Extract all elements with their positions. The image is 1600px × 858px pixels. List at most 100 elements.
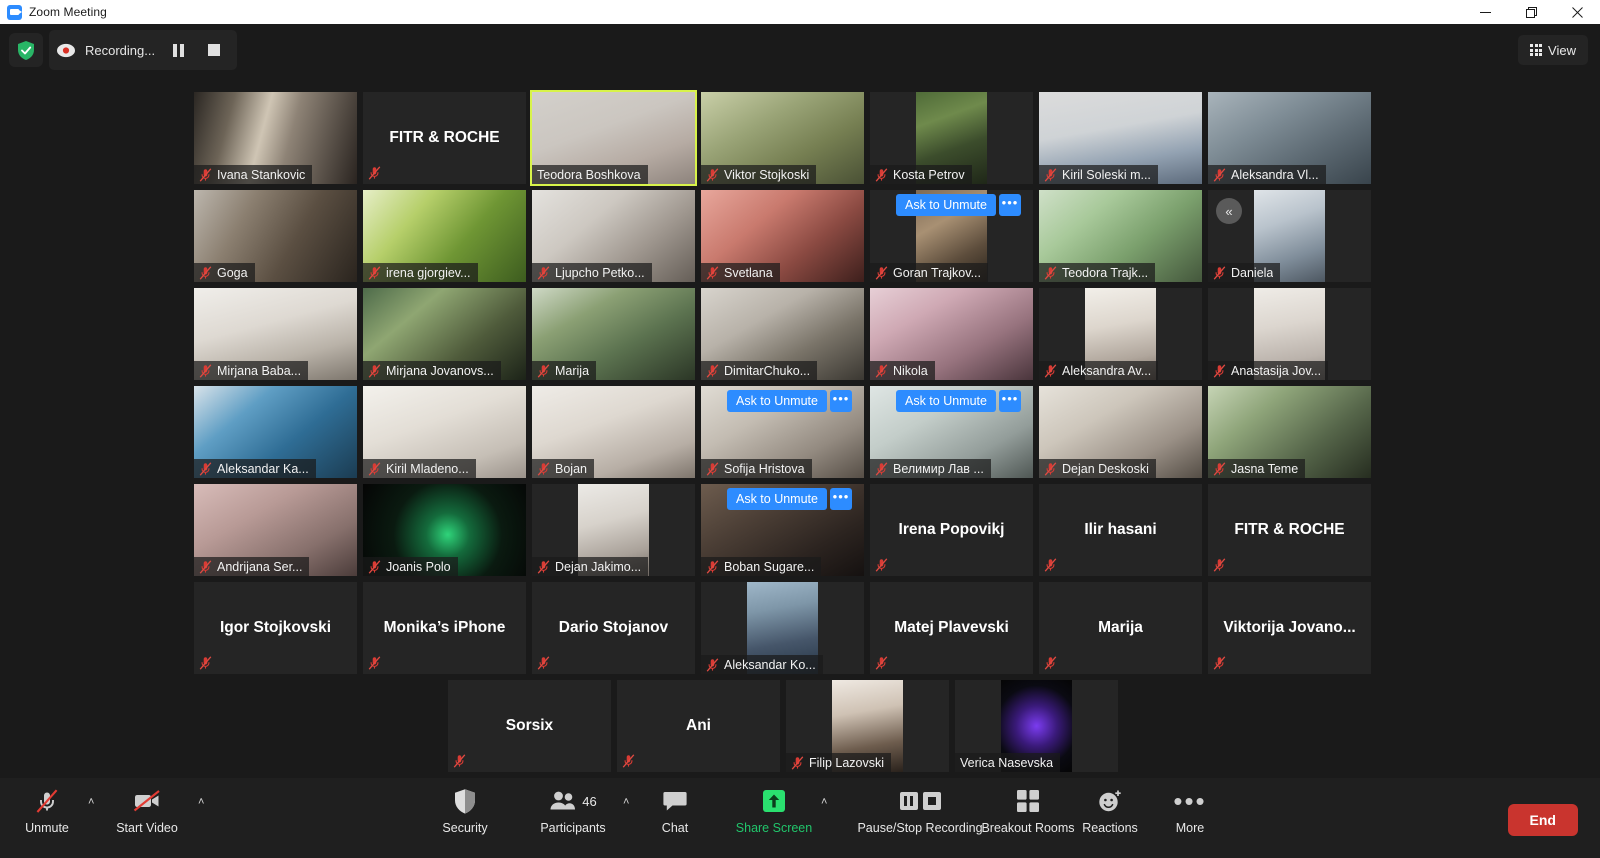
participant-tile[interactable]: Ljupcho Petko... — [532, 190, 695, 282]
participant-tile[interactable]: DimitarChuko... — [701, 288, 864, 380]
participant-name: Filip Lazovski — [809, 755, 885, 770]
toolbar-button-security[interactable]: Security — [430, 786, 500, 835]
participant-tile[interactable]: Viktorija Jovano... — [1208, 582, 1371, 674]
toolbar-button-breakout[interactable]: Breakout Rooms — [978, 786, 1078, 835]
toolbar-button-chat[interactable]: Chat — [645, 786, 705, 835]
view-button[interactable]: View — [1518, 35, 1588, 65]
participant-tile[interactable]: Dejan Deskoski — [1039, 386, 1202, 478]
collapse-panel-button[interactable]: « — [1216, 198, 1242, 224]
participant-tile[interactable]: Aleksandra Av... — [1039, 288, 1202, 380]
participant-tile[interactable]: Ask to Unmute ••• Boban Sugare... — [701, 484, 864, 576]
close-icon[interactable] — [1554, 0, 1600, 24]
ask-to-unmute-button[interactable]: Ask to Unmute — [896, 390, 996, 412]
ask-to-unmute-group[interactable]: Ask to Unmute ••• — [727, 488, 852, 510]
participant-tile[interactable]: Goga — [194, 190, 357, 282]
participant-tile[interactable]: Ask to Unmute ••• Sofija Hristova — [701, 386, 864, 478]
participant-tile[interactable]: FITR & ROCHE — [363, 92, 526, 184]
stop-recording-button[interactable] — [201, 37, 227, 63]
top-strip: Recording... View — [0, 24, 1600, 78]
participant-tile[interactable]: Ask to Unmute ••• Goran Trajkov... — [870, 190, 1033, 282]
participant-tile[interactable]: Ani — [617, 680, 780, 772]
participant-name: Велимир Лав ... — [893, 461, 984, 476]
participant-tile[interactable]: Aleksandar Ko... — [701, 582, 864, 674]
participant-tile[interactable]: Dario Stojanov — [532, 582, 695, 674]
ask-to-unmute-button[interactable]: Ask to Unmute — [727, 390, 827, 412]
participant-tile[interactable]: Ask to Unmute ••• Велимир Лав ... — [870, 386, 1033, 478]
participant-tile[interactable]: Filip Lazovski — [786, 680, 949, 772]
participant-tile[interactable]: Nikola — [870, 288, 1033, 380]
participant-tile[interactable]: Svetlana — [701, 190, 864, 282]
participant-tile[interactable]: Monika’s iPhone — [363, 582, 526, 674]
mic-muted-icon — [199, 559, 212, 574]
end-meeting-button[interactable]: End — [1507, 804, 1578, 836]
toolbar-button-share[interactable]: Share Screen — [735, 786, 813, 835]
participant-tile[interactable]: Anastasija Jov... — [1208, 288, 1371, 380]
toolbar-button-participants[interactable]: 46 Participants — [537, 786, 609, 835]
participant-more-button[interactable]: ••• — [998, 194, 1021, 216]
participant-tile[interactable]: Joanis Polo — [363, 484, 526, 576]
minimize-icon[interactable] — [1462, 0, 1508, 24]
participant-name: Kiril Mladeno... — [386, 461, 469, 476]
toolbar-button-more[interactable]: ••• More — [1155, 786, 1225, 835]
ask-to-unmute-button[interactable]: Ask to Unmute — [896, 194, 996, 216]
participant-more-button[interactable]: ••• — [998, 390, 1021, 412]
participant-tile[interactable]: Dejan Jakimo... — [532, 484, 695, 576]
toolbar-label-share: Share Screen — [735, 821, 813, 835]
participant-tile[interactable]: « Daniela — [1208, 190, 1371, 282]
mic-muted-icon — [875, 461, 888, 476]
participant-more-button[interactable]: ••• — [829, 488, 852, 510]
participant-tile[interactable]: Igor Stojkovski — [194, 582, 357, 674]
pause-recording-button[interactable] — [165, 37, 191, 63]
participant-more-button[interactable]: ••• — [829, 390, 852, 412]
toolbar-button-unmute[interactable]: Unmute — [14, 786, 80, 835]
participant-tile[interactable]: Bojan — [532, 386, 695, 478]
participant-tile[interactable]: Ilir hasani — [1039, 484, 1202, 576]
encryption-shield-icon[interactable] — [9, 33, 43, 67]
video-gallery: Ivana Stankovic FITR & ROCHE Teodora Boshk… — [0, 78, 1600, 778]
ask-to-unmute-group[interactable]: Ask to Unmute ••• — [896, 390, 1021, 412]
participant-tile[interactable]: Ivana Stankovic — [194, 92, 357, 184]
participant-tile[interactable]: Mirjana Jovanovs... — [363, 288, 526, 380]
participant-tile[interactable]: Mirjana Baba... — [194, 288, 357, 380]
participant-tile[interactable]: Marija — [532, 288, 695, 380]
chevron-up-icon-unmute[interactable]: ˄ — [88, 796, 94, 808]
participant-name: Sofija Hristova — [724, 461, 805, 476]
mic-muted-corner — [1044, 656, 1057, 670]
participant-tile[interactable]: Irena Popovikj — [870, 484, 1033, 576]
participant-tile[interactable]: irena gjorgiev... — [363, 190, 526, 282]
chevron-up-icon-share[interactable]: ˄ — [821, 796, 827, 808]
participant-tile[interactable]: Sorsix — [448, 680, 611, 772]
toolbar-button-video[interactable]: Start Video — [104, 786, 190, 835]
participant-tile[interactable]: Verica Nasevska — [955, 680, 1118, 772]
participant-tile[interactable]: Teodora Trajk... — [1039, 190, 1202, 282]
maximize-icon[interactable] — [1508, 0, 1554, 24]
mic-muted-icon — [368, 363, 381, 378]
participant-tile[interactable]: Kosta Petrov — [870, 92, 1033, 184]
participant-tile[interactable]: Matej Plavevski — [870, 582, 1033, 674]
participant-name: Verica Nasevska — [960, 755, 1054, 770]
ask-to-unmute-group[interactable]: Ask to Unmute ••• — [727, 390, 852, 412]
ask-to-unmute-button[interactable]: Ask to Unmute — [727, 488, 827, 510]
participant-tile[interactable]: Kiril Mladeno... — [363, 386, 526, 478]
participant-name-bar: Aleksandar Ko... — [701, 655, 823, 674]
breakout-grid-icon — [1016, 786, 1040, 816]
toolbar-button-reactions[interactable]: Reactions — [1073, 786, 1147, 835]
participant-tile[interactable]: Teodora Boshkova — [530, 90, 697, 186]
chat-bubble-icon — [662, 786, 688, 816]
chevron-up-icon-participants[interactable]: ˄ — [623, 796, 629, 808]
participant-name: Ljupcho Petko... — [555, 265, 645, 280]
participant-display-name: Monika’s iPhone — [383, 619, 506, 636]
participant-tile[interactable]: Viktor Stojkoski — [701, 92, 864, 184]
participant-tile[interactable]: Aleksandra Vl... — [1208, 92, 1371, 184]
chevron-up-icon-video[interactable]: ˄ — [198, 796, 204, 808]
participant-tile[interactable]: FITR & ROCHE — [1208, 484, 1371, 576]
ask-to-unmute-group[interactable]: Ask to Unmute ••• — [896, 194, 1021, 216]
toolbar-button-recording[interactable]: Pause/Stop Recording — [855, 786, 985, 835]
participant-tile[interactable]: Aleksandar Ka... — [194, 386, 357, 478]
participant-tile[interactable]: Marija — [1039, 582, 1202, 674]
participant-tile[interactable]: Andrijana Ser... — [194, 484, 357, 576]
participant-tile[interactable]: Kiril Soleski m... — [1039, 92, 1202, 184]
mic-muted-corner — [368, 166, 381, 180]
participant-tile[interactable]: Jasna Teme — [1208, 386, 1371, 478]
participant-name-bar: irena gjorgiev... — [363, 263, 478, 282]
